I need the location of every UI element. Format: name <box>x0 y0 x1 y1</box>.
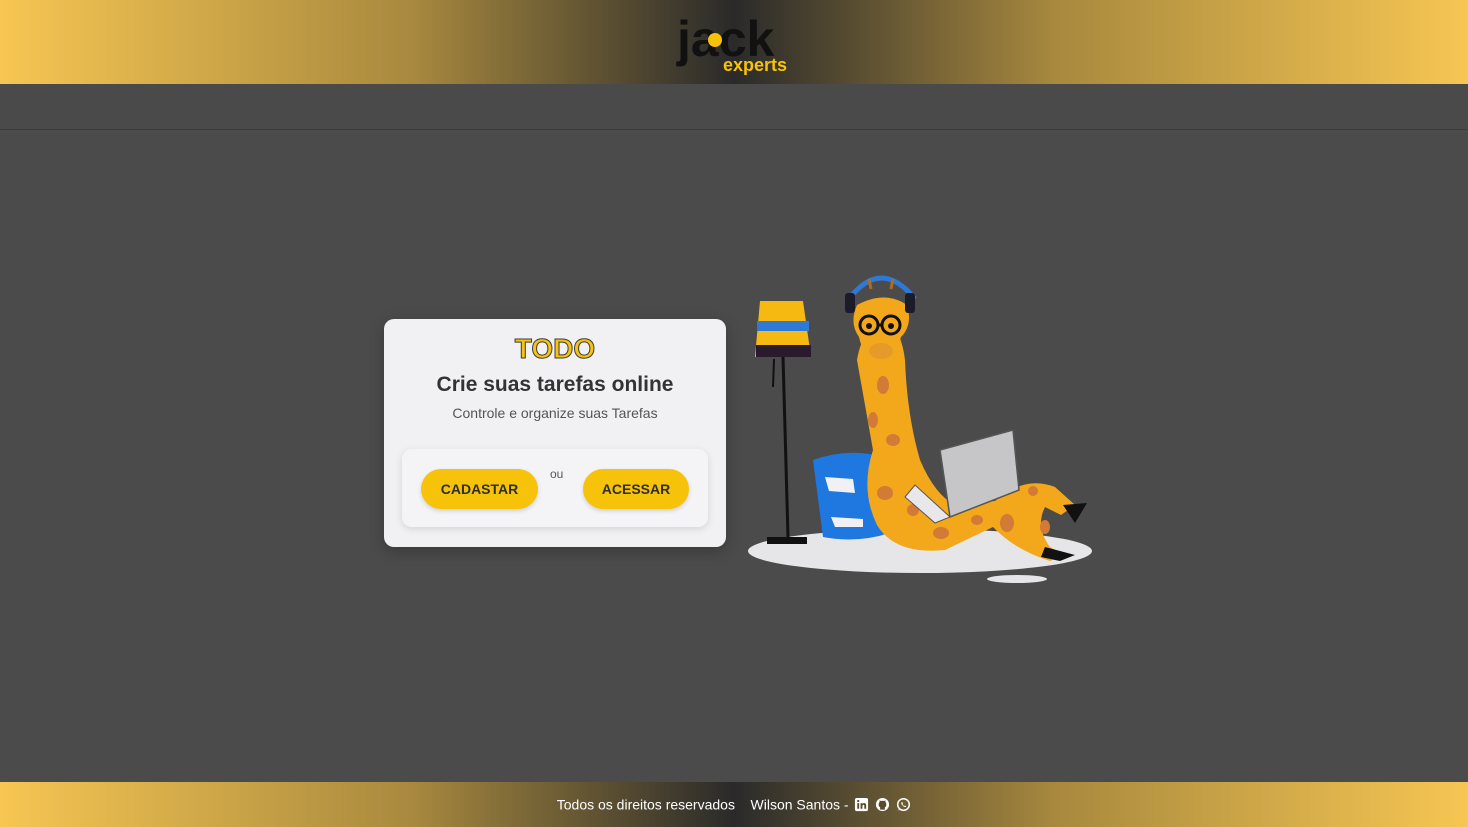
logo-sub: experts <box>723 55 787 75</box>
todo-card: TODO Crie suas tarefas online Controle e… <box>384 319 726 547</box>
navigation-bar <box>0 84 1468 130</box>
footer-content: Todos os direitos reservados Wilson Sant… <box>0 795 1468 812</box>
github-icon[interactable] <box>875 797 890 812</box>
todo-brand-title: TODO <box>514 333 596 365</box>
jack-experts-logo[interactable]: jack experts <box>675 4 810 78</box>
footer-rights-text: Todos os direitos reservados <box>556 796 735 813</box>
footer-author-text: Wilson Santos - <box>750 796 849 813</box>
login-button[interactable]: ACESSAR <box>583 469 689 509</box>
top-header: jack experts <box>0 0 1468 84</box>
actions-panel: CADASTAR ou ACESSAR <box>402 449 708 527</box>
or-separator: ou <box>550 467 564 481</box>
card-heading: Crie suas tarefas online <box>436 373 674 396</box>
linkedin-icon[interactable] <box>854 797 869 812</box>
register-button[interactable]: CADASTAR <box>421 469 538 509</box>
page-footer: Todos os direitos reservados Wilson Sant… <box>0 782 1468 827</box>
giraffe-illustration <box>748 275 1092 583</box>
whatsapp-icon[interactable] <box>896 797 911 812</box>
logo-dot-icon <box>708 33 722 47</box>
card-subheading: Controle e organize suas Tarefas <box>452 405 658 421</box>
main-area <box>0 130 1468 782</box>
